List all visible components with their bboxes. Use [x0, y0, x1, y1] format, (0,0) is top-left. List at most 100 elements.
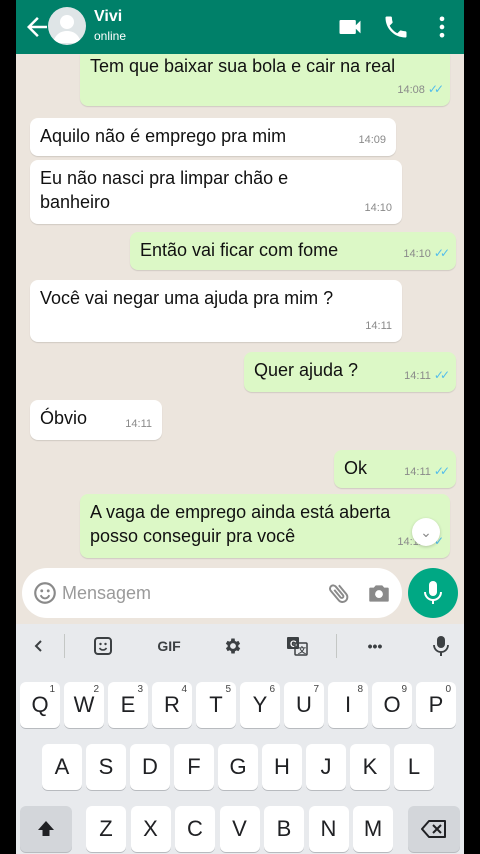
sticker-icon[interactable] [88, 632, 118, 660]
key-number-hint: 7 [313, 684, 319, 695]
chat-header: Vivi online [16, 0, 464, 54]
key-label: R [164, 692, 180, 717]
key-v[interactable]: V [219, 806, 260, 852]
emoji-icon[interactable] [32, 580, 58, 606]
keyboard-mic-icon[interactable] [426, 632, 456, 660]
read-ticks-icon: ✓✓ [433, 368, 450, 382]
message-bubble-outgoing[interactable]: A vaga de emprego ainda está aberta poss… [80, 494, 450, 558]
translate-icon[interactable]: G文 [282, 632, 312, 660]
settings-icon[interactable] [218, 632, 248, 660]
message-text: Você vai negar uma ajuda pra mim ? [40, 288, 334, 308]
scroll-to-bottom-button[interactable]: ⌄ [412, 518, 440, 546]
keyboard: GIF G文 ••• Q1W2E3R4T5Y6U7I8O9P0 ASDFGHJK… [16, 624, 464, 854]
message-bubble-incoming[interactable]: Eu não nasci pra limpar chão e banheiro … [30, 160, 402, 224]
key-d[interactable]: D [130, 744, 170, 790]
backspace-key[interactable] [408, 806, 460, 852]
more-icon[interactable]: ••• [360, 632, 390, 660]
key-number-hint: 8 [357, 684, 363, 695]
message-list[interactable]: Tem que baixar sua bola e cair na real 1… [16, 54, 464, 566]
chevron-double-down-icon: ⌄ [420, 524, 432, 540]
key-h[interactable]: H [262, 744, 302, 790]
key-number-hint: 0 [445, 684, 451, 695]
message-bubble-outgoing[interactable]: Tem que baixar sua bola e cair na real 1… [80, 54, 450, 106]
avatar[interactable] [48, 7, 86, 45]
key-l[interactable]: L [394, 744, 434, 790]
camera-icon[interactable] [366, 580, 392, 606]
key-g[interactable]: G [218, 744, 258, 790]
key-q[interactable]: Q1 [20, 682, 60, 728]
gif-button[interactable]: GIF [152, 632, 186, 660]
message-time: 14:08 [397, 84, 425, 96]
shift-icon [38, 821, 54, 836]
mic-icon [424, 581, 442, 604]
message-time: 14:11 [365, 320, 392, 332]
message-bubble-incoming[interactable]: Aquilo não é emprego pra mim 14:09 [30, 118, 396, 156]
message-time: 14:09 [358, 134, 386, 146]
whatsapp-screen: Vivi online Tem que baixar sua bola e ca… [16, 0, 464, 854]
key-p[interactable]: P0 [416, 682, 456, 728]
message-bubble-incoming[interactable]: Você vai negar uma ajuda pra mim ? 14:11 [30, 280, 402, 342]
key-r[interactable]: R4 [152, 682, 192, 728]
key-o[interactable]: O9 [372, 682, 412, 728]
read-ticks-icon: ✓✓ [433, 246, 450, 260]
message-time: 14:11 [404, 466, 431, 478]
key-f[interactable]: F [174, 744, 214, 790]
key-b[interactable]: B [264, 806, 304, 852]
message-text: Tem que baixar sua bola e cair na real [90, 56, 396, 76]
key-number-hint: 2 [93, 684, 99, 695]
key-z[interactable]: Z [86, 806, 126, 852]
key-number-hint: 4 [181, 684, 187, 695]
message-bubble-outgoing[interactable]: Ok 14:11 ✓✓ [334, 450, 456, 488]
key-k[interactable]: K [350, 744, 390, 790]
voice-message-button[interactable] [408, 568, 458, 618]
read-ticks-icon: ✓✓ [433, 464, 450, 478]
key-s[interactable]: S [86, 744, 126, 790]
keyboard-toolbar: GIF G文 ••• [16, 624, 464, 668]
key-x[interactable]: X [130, 806, 171, 852]
backspace-icon [421, 820, 446, 838]
key-c[interactable]: C [175, 806, 215, 852]
key-label: W [73, 692, 95, 717]
key-y[interactable]: Y6 [240, 682, 280, 728]
attach-icon[interactable] [326, 580, 352, 606]
key-a[interactable]: A [42, 744, 82, 790]
key-label: E [120, 692, 136, 717]
read-ticks-icon: ✓✓ [427, 82, 444, 96]
key-number-hint: 3 [137, 684, 143, 695]
key-e[interactable]: E3 [108, 682, 148, 728]
key-label: I [344, 692, 352, 717]
key-label: T [209, 692, 223, 717]
key-u[interactable]: U7 [284, 682, 324, 728]
contact-name[interactable]: Vivi [94, 8, 122, 26]
message-time: 14:10 [364, 202, 392, 214]
keyboard-back-icon[interactable] [24, 632, 54, 660]
key-label: P [428, 692, 444, 717]
key-label: Y [252, 692, 268, 717]
key-w[interactable]: W2 [64, 682, 104, 728]
key-number-hint: 5 [225, 684, 231, 695]
key-number-hint: 1 [49, 684, 55, 695]
phone-call-icon[interactable] [382, 13, 410, 41]
shift-key[interactable] [20, 806, 72, 852]
video-call-icon[interactable] [336, 13, 364, 41]
key-number-hint: 6 [269, 684, 275, 695]
key-n[interactable]: N [308, 806, 349, 852]
key-m[interactable]: M [353, 806, 393, 852]
message-bubble-outgoing[interactable]: Quer ajuda ? 14:11 ✓✓ [244, 352, 456, 392]
svg-text:文: 文 [298, 645, 307, 655]
contact-status: online [94, 29, 127, 43]
message-bubble-outgoing[interactable]: Então vai ficar com fome 14:10 ✓✓ [130, 232, 456, 270]
key-t[interactable]: T5 [196, 682, 236, 728]
svg-text:G: G [290, 639, 297, 649]
more-options-icon[interactable] [428, 13, 456, 41]
message-text: Aquilo não é emprego pra mim [40, 126, 287, 146]
message-text: A vaga de emprego ainda está aberta poss… [90, 502, 391, 546]
key-number-hint: 9 [401, 684, 407, 695]
key-j[interactable]: J [306, 744, 346, 790]
message-input[interactable] [62, 578, 302, 608]
message-text: Eu não nasci pra limpar chão e banheiro [40, 168, 289, 212]
key-i[interactable]: I8 [328, 682, 368, 728]
message-time: 14:10 [403, 248, 431, 260]
message-bubble-incoming[interactable]: Óbvio 14:11 [30, 400, 162, 440]
message-time: 14:11 [125, 418, 152, 430]
